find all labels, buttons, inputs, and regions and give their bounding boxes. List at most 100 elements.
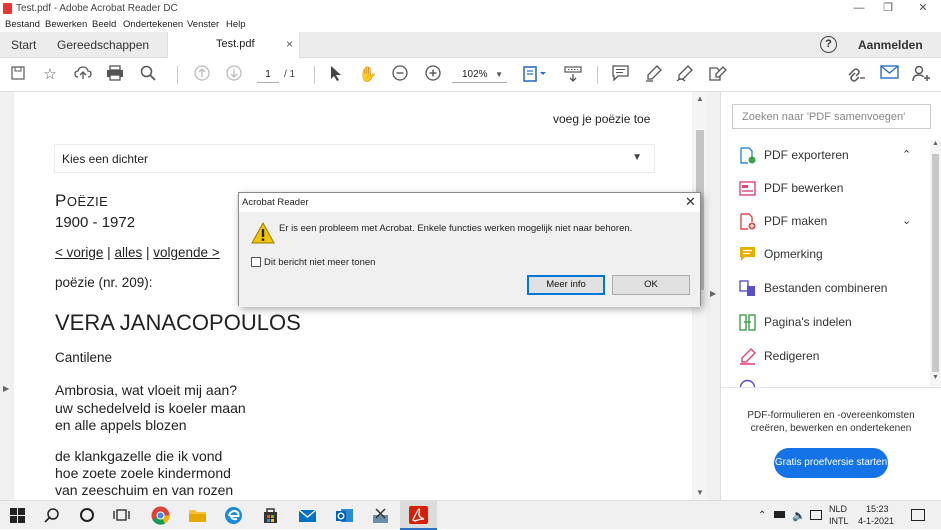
tool-label: Bestanden combineren — [764, 281, 888, 295]
cortana-icon[interactable] — [79, 507, 98, 526]
scroll-mode-icon[interactable] — [563, 65, 583, 85]
tools-scrollbar[interactable]: ▲ ▼ — [930, 140, 941, 386]
tab-tools[interactable]: Gereedschappen — [57, 32, 149, 58]
page-number-input[interactable]: 1 — [257, 67, 279, 83]
add-user-icon[interactable] — [911, 65, 931, 85]
tab-start[interactable]: Start — [11, 32, 36, 58]
chrome-icon[interactable] — [151, 506, 170, 525]
menu-sign[interactable]: Ondertekenen — [123, 19, 183, 30]
error-dialog: Acrobat Reader ✕ Er is een probleem met … — [238, 192, 701, 307]
hand-tool-icon[interactable]: ✋ — [358, 65, 378, 85]
search-icon[interactable] — [44, 507, 63, 526]
scroll-down-icon[interactable]: ▼ — [696, 488, 704, 497]
poetry-heading-cap: P — [55, 191, 67, 210]
print-icon[interactable] — [105, 65, 125, 85]
poet-years: 1900 - 1972 — [55, 214, 136, 231]
signin-button[interactable]: Aanmelden — [858, 38, 923, 52]
dont-show-again-label[interactable]: Dit bericht niet meer tonen — [264, 257, 375, 268]
tools-search-input[interactable]: Zoeken naar 'PDF samenvoegen' — [732, 104, 931, 129]
tab-bar: Start Gereedschappen Test.pdf × ? Aanmel… — [0, 32, 941, 59]
zoom-level-select[interactable]: 102% ▼ — [452, 67, 507, 83]
more-info-button[interactable]: Meer info — [527, 275, 605, 295]
collapse-right-panel-icon[interactable]: ▶ — [710, 289, 716, 298]
redact-icon — [739, 348, 756, 365]
poet-name: VERA JANACOPOULOS — [55, 310, 301, 335]
scroll-up-icon[interactable]: ▲ — [932, 140, 939, 147]
file-explorer-icon[interactable] — [188, 506, 207, 525]
tab-document[interactable]: Test.pdf × — [167, 32, 300, 59]
task-view-icon[interactable] — [113, 507, 132, 526]
add-poetry-link[interactable]: voeg je poëzie toe — [553, 112, 650, 126]
menu-bar: Bestand Bewerken Beeld Ondertekenen Vens… — [0, 17, 941, 32]
battery-icon[interactable] — [774, 511, 785, 518]
menu-view[interactable]: Beeld — [92, 19, 116, 30]
next-page-icon[interactable] — [224, 65, 244, 85]
scroll-down-icon[interactable]: ▼ — [932, 374, 939, 381]
sign-pen-icon[interactable] — [675, 65, 695, 85]
tool-comment[interactable]: Opmerking — [739, 244, 929, 266]
scroll-up-icon[interactable]: ▲ — [696, 94, 704, 103]
language-top[interactable]: NLD — [829, 504, 847, 514]
menu-window[interactable]: Venster — [187, 19, 219, 30]
snipping-tool-icon[interactable] — [371, 506, 390, 525]
collapse-left-panel-icon[interactable]: ▶ — [3, 384, 9, 393]
tool-organize-pages[interactable]: Pagina's indelen — [739, 312, 929, 334]
mail-icon[interactable] — [298, 506, 317, 525]
menu-help[interactable]: Help — [226, 19, 246, 30]
bookmark-star-icon[interactable]: ☆ — [40, 65, 60, 85]
help-icon[interactable]: ? — [820, 36, 837, 53]
tool-label: Pagina's indelen — [764, 315, 852, 329]
tool-create-pdf[interactable]: PDF maken ⌄ — [739, 211, 929, 233]
email-icon[interactable] — [879, 65, 899, 85]
close-tab-icon[interactable]: × — [286, 37, 293, 51]
share-link-icon[interactable] — [846, 65, 866, 85]
start-trial-button[interactable]: Gratis proefversie starten — [774, 448, 888, 478]
chevron-up-icon[interactable]: ⌃ — [902, 148, 911, 161]
outlook-icon[interactable] — [335, 506, 354, 525]
poet-select[interactable]: Kies een dichter ▼ — [54, 144, 655, 173]
fill-sign-icon[interactable] — [707, 65, 727, 85]
highlight-pen-icon[interactable] — [643, 65, 663, 85]
poem-line: hoe zoete zoele kindermond — [55, 465, 231, 481]
tool-redact[interactable]: Redigeren — [739, 346, 929, 368]
tool-combine-files[interactable]: Bestanden combineren — [739, 278, 929, 300]
maximize-button[interactable]: ❐ — [881, 1, 895, 15]
dialog-close-icon[interactable]: ✕ — [685, 194, 696, 210]
save-icon[interactable] — [8, 65, 28, 85]
previous-link[interactable]: < vorige — [55, 245, 103, 260]
combine-files-icon — [739, 280, 756, 297]
menu-edit[interactable]: Bewerken — [45, 19, 87, 30]
edge-icon[interactable] — [224, 506, 243, 525]
acrobat-taskbar-button[interactable] — [400, 501, 437, 530]
menu-file[interactable]: Bestand — [5, 19, 40, 30]
tool-edit-pdf[interactable]: PDF bewerken — [739, 178, 929, 200]
previous-page-icon[interactable] — [192, 65, 212, 85]
tool-export-pdf[interactable]: PDF exporteren ⌃ — [739, 145, 929, 167]
zoom-out-icon[interactable] — [390, 65, 410, 85]
show-hidden-icons[interactable]: ⌃ — [758, 510, 766, 521]
store-icon[interactable] — [261, 506, 280, 525]
close-window-button[interactable]: ✕ — [916, 1, 930, 15]
zoom-search-icon[interactable] — [138, 65, 158, 85]
notification-center-icon[interactable] — [911, 509, 925, 521]
windows-taskbar: ⌃ 🔈 NLD INTL 15:23 4-1-2021 — [0, 500, 941, 530]
poem-number: poëzie (nr. 209): — [55, 275, 153, 290]
language-bottom[interactable]: INTL — [829, 516, 849, 526]
zoom-in-icon[interactable] — [423, 65, 443, 85]
ok-button[interactable]: OK — [612, 275, 690, 295]
cloud-upload-icon[interactable] — [73, 65, 93, 85]
windows-start-icon[interactable] — [10, 508, 29, 527]
comment-icon[interactable] — [610, 65, 630, 85]
all-link[interactable]: alles — [114, 245, 142, 260]
network-icon[interactable] — [810, 510, 822, 520]
minimize-button[interactable]: — — [852, 1, 866, 15]
fit-page-icon[interactable] — [523, 65, 546, 85]
clock-date[interactable]: 4-1-2021 — [858, 516, 894, 526]
chevron-down-icon[interactable]: ⌄ — [902, 214, 911, 227]
select-cursor-icon[interactable] — [326, 65, 346, 85]
dont-show-again-checkbox[interactable] — [251, 257, 261, 267]
scrollbar-thumb[interactable] — [932, 154, 939, 372]
volume-icon[interactable]: 🔈 — [792, 509, 806, 522]
next-link[interactable]: volgende > — [153, 245, 219, 260]
clock-time[interactable]: 15:23 — [866, 504, 889, 514]
